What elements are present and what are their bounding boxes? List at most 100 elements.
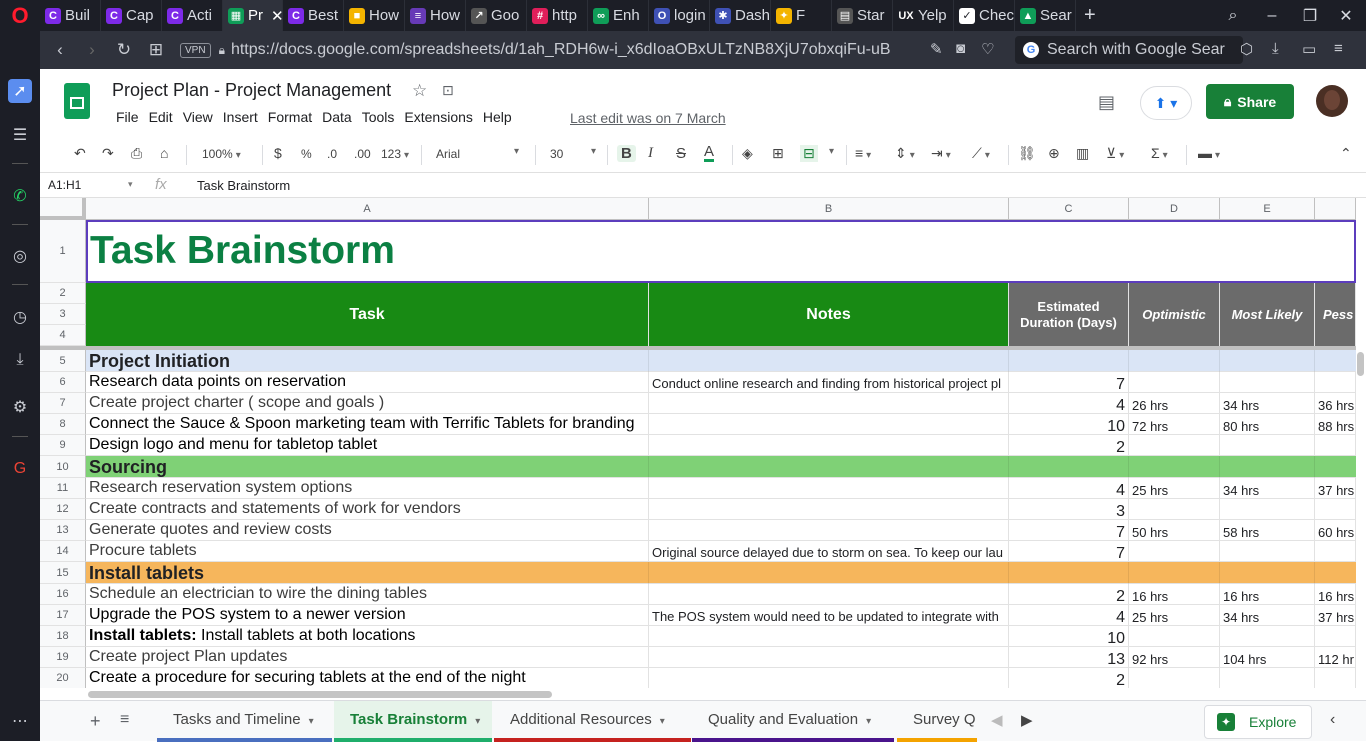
row-header[interactable]: 11 [40, 478, 86, 499]
more-icon[interactable]: ⋯ [8, 709, 32, 733]
cell-opt[interactable] [1129, 435, 1220, 456]
cell-pess[interactable] [1315, 435, 1356, 456]
cell-days[interactable]: 13 [1009, 647, 1129, 668]
star-icon[interactable]: ☆ [412, 81, 427, 101]
cell-notes[interactable] [649, 414, 1009, 435]
row-header[interactable]: 9 [40, 435, 86, 456]
sheet-tab[interactable]: Additional Resources ▾ [494, 701, 691, 742]
cell-opt[interactable]: 92 hrs [1129, 647, 1220, 668]
column-header-b[interactable]: B [649, 198, 1009, 220]
more-formats-select[interactable]: 123 [381, 147, 409, 161]
cell-likely[interactable]: 16 hrs [1220, 584, 1315, 605]
last-edit-link[interactable]: Last edit was on 7 March [570, 110, 726, 126]
browser-tab[interactable]: C Buil [40, 0, 101, 31]
cell-opt[interactable] [1129, 372, 1220, 393]
back-icon[interactable]: ‹ [44, 40, 76, 60]
cell-opt[interactable]: 26 hrs [1129, 393, 1220, 414]
cell-task[interactable]: Procure tablets [86, 541, 649, 562]
cell-likely[interactable] [1220, 541, 1315, 562]
sheet-tab[interactable]: Survey Q [897, 701, 977, 742]
cell-likely[interactable]: 104 hrs [1220, 647, 1315, 668]
row-header[interactable]: 5 [40, 350, 86, 372]
task-header-cell[interactable]: Task [86, 283, 649, 346]
cell-likely[interactable] [1220, 626, 1315, 647]
cell-task[interactable]: Create a procedure for securing tablets … [86, 668, 649, 688]
browser-tab[interactable]: # http [527, 0, 588, 31]
all-sheets-icon[interactable]: ≡ [120, 711, 129, 729]
tab-search-icon[interactable]: ⌕ [1213, 0, 1253, 31]
menu-tools[interactable]: Tools [357, 109, 400, 125]
download-icon[interactable]: ⤓ [1272, 40, 1279, 57]
reload-icon[interactable]: ↻ [108, 40, 140, 60]
cell-days[interactable]: 4 [1009, 393, 1129, 414]
cell-likely[interactable]: 34 hrs [1220, 478, 1315, 499]
formula-input[interactable]: Task Brainstorm [197, 178, 290, 193]
column-header-f[interactable] [1315, 198, 1356, 220]
browser-tab[interactable]: ≡ How [405, 0, 466, 31]
text-wrapping-icon[interactable]: ⇥ [931, 145, 951, 162]
restore-icon[interactable]: ❐ [1290, 0, 1330, 31]
horizontal-scrollbar[interactable] [88, 691, 552, 698]
player-icon[interactable]: ◎ [8, 244, 32, 268]
cell-pess[interactable] [1315, 668, 1356, 688]
cell-days[interactable]: 2 [1009, 668, 1129, 688]
cell-notes[interactable] [649, 626, 1009, 647]
undo-icon[interactable]: ↶ [74, 145, 86, 162]
strikethrough-button[interactable]: S [676, 145, 686, 162]
column-header-e[interactable]: E [1220, 198, 1315, 220]
column-header-d[interactable]: D [1129, 198, 1220, 220]
menu-view[interactable]: View [178, 109, 218, 125]
merge-cells-icon[interactable]: ⊟ [800, 145, 818, 162]
most-likely-header-cell[interactable]: Most Likely [1220, 283, 1315, 346]
fill-color-icon[interactable]: ◈ [742, 145, 753, 162]
cell-task[interactable]: Research data points on reservation [86, 372, 649, 393]
menu-format[interactable]: Format [263, 109, 317, 125]
cell-pess[interactable]: 36 hrs [1315, 393, 1356, 414]
heart-icon[interactable]: ♡ [981, 40, 994, 58]
cell-pess[interactable]: 88 hrs [1315, 414, 1356, 435]
cell-task[interactable]: Create project charter ( scope and goals… [86, 393, 649, 414]
browser-tab[interactable]: ▦ Pr ✕ [223, 0, 283, 31]
row-header[interactable]: 4 [40, 325, 86, 346]
sheet-tab-menu-icon[interactable]: ▾ [309, 716, 314, 727]
feed-icon[interactable]: ☰ [8, 123, 32, 147]
browser-tab[interactable]: ✱ Dash [710, 0, 771, 31]
cell-opt[interactable]: 16 hrs [1129, 584, 1220, 605]
cell-opt[interactable] [1129, 668, 1220, 688]
optimistic-header-cell[interactable]: Optimistic [1129, 283, 1220, 346]
row-header[interactable]: 20 [40, 668, 86, 688]
cell-likely[interactable]: 80 hrs [1220, 414, 1315, 435]
google-icon[interactable]: G [8, 457, 32, 481]
new-tab-icon[interactable]: + [1084, 4, 1096, 27]
insert-comment-icon[interactable]: ⊕ [1048, 145, 1060, 162]
vertical-align-icon[interactable]: ⇕ [895, 145, 915, 162]
browser-tab[interactable]: ↗ Goo [466, 0, 527, 31]
cell-likely[interactable] [1220, 499, 1315, 520]
cell-notes[interactable] [649, 520, 1009, 541]
collapse-menus-icon[interactable]: ⌃ [1340, 145, 1352, 162]
sheet-tab-menu-icon[interactable]: ▾ [475, 716, 480, 727]
row-header[interactable]: 17 [40, 605, 86, 626]
cell-pess[interactable]: 37 hrs [1315, 478, 1356, 499]
menu-insert[interactable]: Insert [218, 109, 263, 125]
menu-help[interactable]: Help [478, 109, 517, 125]
history-icon[interactable]: ◷ [8, 305, 32, 329]
cell-days[interactable]: 10 [1009, 414, 1129, 435]
row-header[interactable]: 3 [40, 304, 86, 325]
browser-tab[interactable]: C Best [283, 0, 344, 31]
cell-notes[interactable] [649, 668, 1009, 688]
bold-button[interactable]: B [617, 145, 636, 162]
sheet-tab[interactable]: Tasks and Timeline ▾ [157, 701, 332, 742]
cell-task[interactable]: Install tablets: Install tablets at both… [86, 626, 649, 647]
whatsapp-icon[interactable]: ✆ [8, 184, 32, 208]
cell-opt[interactable]: 72 hrs [1129, 414, 1220, 435]
cell-task[interactable]: Upgrade the POS system to a newer versio… [86, 605, 649, 626]
redo-icon[interactable]: ↷ [102, 145, 114, 162]
menu-file[interactable]: File [111, 109, 144, 125]
cell-likely[interactable] [1220, 372, 1315, 393]
font-select[interactable]: Arial [436, 147, 526, 161]
spreadsheet-grid[interactable]: A B C D E 1 2 3 4 Task Brainstorm Task N… [40, 198, 1356, 688]
cell-days[interactable]: 2 [1009, 435, 1129, 456]
pessimistic-header-cell[interactable]: Pess [1315, 283, 1356, 346]
currency-format-button[interactable]: $ [274, 145, 282, 161]
